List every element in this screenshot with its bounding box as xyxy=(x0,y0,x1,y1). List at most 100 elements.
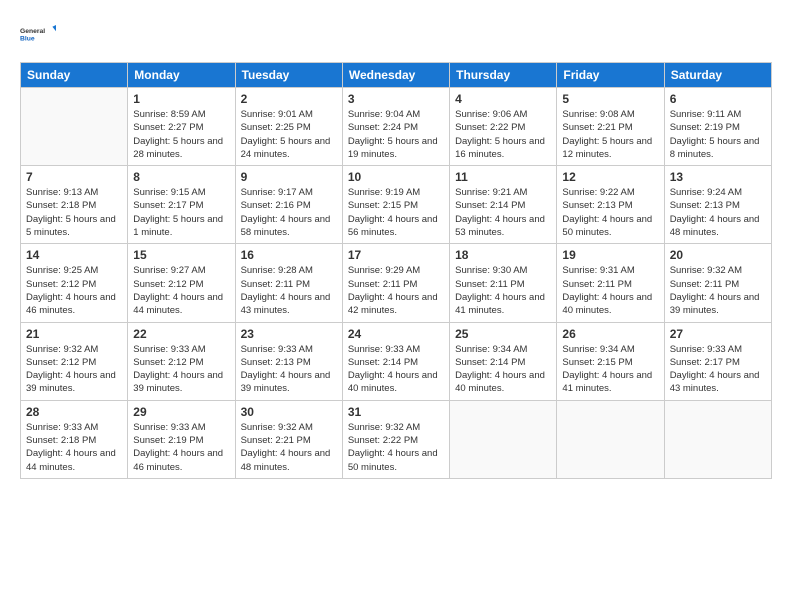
day-info: Sunrise: 9:33 AM Sunset: 2:14 PM Dayligh… xyxy=(348,343,444,396)
calendar-header-wednesday: Wednesday xyxy=(342,63,449,88)
logo: General Blue xyxy=(20,16,56,52)
calendar-week-3: 14Sunrise: 9:25 AM Sunset: 2:12 PM Dayli… xyxy=(21,244,772,322)
day-number: 12 xyxy=(562,170,658,184)
day-number: 26 xyxy=(562,327,658,341)
day-info: Sunrise: 9:32 AM Sunset: 2:11 PM Dayligh… xyxy=(670,264,766,317)
calendar-cell: 2 Sunrise: 9:01 AM Sunset: 2:25 PM Daylig… xyxy=(235,88,342,166)
day-number: 15 xyxy=(133,248,229,262)
calendar-cell: 31 Sunrise: 9:32 AM Sunset: 2:22 PM Dayli… xyxy=(342,400,449,478)
day-info: Sunrise: 9:17 AM Sunset: 2:16 PM Dayligh… xyxy=(241,186,337,239)
day-info: Sunrise: 9:13 AM Sunset: 2:18 PM Dayligh… xyxy=(26,186,122,239)
day-number: 21 xyxy=(26,327,122,341)
day-info: Sunrise: 9:33 AM Sunset: 2:13 PM Dayligh… xyxy=(241,343,337,396)
calendar-cell: 13 Sunrise: 9:24 AM Sunset: 2:13 PM Dayli… xyxy=(664,166,771,244)
day-info: Sunrise: 9:33 AM Sunset: 2:18 PM Dayligh… xyxy=(26,421,122,474)
calendar-cell: 7 Sunrise: 9:13 AM Sunset: 2:18 PM Daylig… xyxy=(21,166,128,244)
day-number: 27 xyxy=(670,327,766,341)
day-number: 4 xyxy=(455,92,551,106)
day-info: Sunrise: 9:30 AM Sunset: 2:11 PM Dayligh… xyxy=(455,264,551,317)
calendar-header-row: SundayMondayTuesdayWednesdayThursdayFrid… xyxy=(21,63,772,88)
day-number: 29 xyxy=(133,405,229,419)
calendar-cell: 20 Sunrise: 9:32 AM Sunset: 2:11 PM Dayli… xyxy=(664,244,771,322)
calendar-header-sunday: Sunday xyxy=(21,63,128,88)
day-info: Sunrise: 9:04 AM Sunset: 2:24 PM Dayligh… xyxy=(348,108,444,161)
day-number: 23 xyxy=(241,327,337,341)
day-info: Sunrise: 9:34 AM Sunset: 2:15 PM Dayligh… xyxy=(562,343,658,396)
day-info: Sunrise: 8:59 AM Sunset: 2:27 PM Dayligh… xyxy=(133,108,229,161)
day-number: 7 xyxy=(26,170,122,184)
day-number: 14 xyxy=(26,248,122,262)
calendar-cell xyxy=(664,400,771,478)
day-info: Sunrise: 9:28 AM Sunset: 2:11 PM Dayligh… xyxy=(241,264,337,317)
calendar-header-monday: Monday xyxy=(128,63,235,88)
svg-text:General: General xyxy=(20,28,45,35)
calendar-cell: 26 Sunrise: 9:34 AM Sunset: 2:15 PM Dayli… xyxy=(557,322,664,400)
calendar-cell: 27 Sunrise: 9:33 AM Sunset: 2:17 PM Dayli… xyxy=(664,322,771,400)
calendar-cell: 25 Sunrise: 9:34 AM Sunset: 2:14 PM Dayli… xyxy=(450,322,557,400)
day-number: 22 xyxy=(133,327,229,341)
day-number: 17 xyxy=(348,248,444,262)
calendar-cell xyxy=(21,88,128,166)
day-info: Sunrise: 9:08 AM Sunset: 2:21 PM Dayligh… xyxy=(562,108,658,161)
calendar-cell: 3 Sunrise: 9:04 AM Sunset: 2:24 PM Daylig… xyxy=(342,88,449,166)
calendar-cell: 21Sunrise: 9:32 AM Sunset: 2:12 PM Dayli… xyxy=(21,322,128,400)
day-info: Sunrise: 9:06 AM Sunset: 2:22 PM Dayligh… xyxy=(455,108,551,161)
calendar-cell: 10 Sunrise: 9:19 AM Sunset: 2:15 PM Dayli… xyxy=(342,166,449,244)
day-number: 24 xyxy=(348,327,444,341)
calendar-cell: 30Sunrise: 9:32 AM Sunset: 2:21 PM Dayli… xyxy=(235,400,342,478)
calendar-cell: 12 Sunrise: 9:22 AM Sunset: 2:13 PM Dayli… xyxy=(557,166,664,244)
calendar-cell: 8 Sunrise: 9:15 AM Sunset: 2:17 PM Daylig… xyxy=(128,166,235,244)
calendar-cell: 6 Sunrise: 9:11 AM Sunset: 2:19 PM Daylig… xyxy=(664,88,771,166)
page: General Blue SundayMondayTuesdayWednesda… xyxy=(0,0,792,612)
day-info: Sunrise: 9:11 AM Sunset: 2:19 PM Dayligh… xyxy=(670,108,766,161)
calendar-cell: 19 Sunrise: 9:31 AM Sunset: 2:11 PM Dayli… xyxy=(557,244,664,322)
day-info: Sunrise: 9:31 AM Sunset: 2:11 PM Dayligh… xyxy=(562,264,658,317)
calendar-cell: 28 Sunrise: 9:33 AM Sunset: 2:18 PM Dayli… xyxy=(21,400,128,478)
calendar-cell: 23 Sunrise: 9:33 AM Sunset: 2:13 PM Dayli… xyxy=(235,322,342,400)
day-number: 2 xyxy=(241,92,337,106)
day-number: 20 xyxy=(670,248,766,262)
calendar-week-2: 7 Sunrise: 9:13 AM Sunset: 2:18 PM Daylig… xyxy=(21,166,772,244)
calendar-cell: 22 Sunrise: 9:33 AM Sunset: 2:12 PM Dayli… xyxy=(128,322,235,400)
calendar-week-5: 28 Sunrise: 9:33 AM Sunset: 2:18 PM Dayli… xyxy=(21,400,772,478)
calendar-cell: 14Sunrise: 9:25 AM Sunset: 2:12 PM Dayli… xyxy=(21,244,128,322)
day-number: 18 xyxy=(455,248,551,262)
svg-text:Blue: Blue xyxy=(20,35,35,42)
day-number: 10 xyxy=(348,170,444,184)
calendar-cell: 18 Sunrise: 9:30 AM Sunset: 2:11 PM Dayli… xyxy=(450,244,557,322)
day-info: Sunrise: 9:21 AM Sunset: 2:14 PM Dayligh… xyxy=(455,186,551,239)
day-number: 25 xyxy=(455,327,551,341)
calendar-cell: 4 Sunrise: 9:06 AM Sunset: 2:22 PM Daylig… xyxy=(450,88,557,166)
day-info: Sunrise: 9:32 AM Sunset: 2:22 PM Dayligh… xyxy=(348,421,444,474)
day-number: 5 xyxy=(562,92,658,106)
logo-svg: General Blue xyxy=(20,16,56,52)
calendar-cell: 15Sunrise: 9:27 AM Sunset: 2:12 PM Dayli… xyxy=(128,244,235,322)
calendar-week-4: 21Sunrise: 9:32 AM Sunset: 2:12 PM Dayli… xyxy=(21,322,772,400)
day-info: Sunrise: 9:33 AM Sunset: 2:19 PM Dayligh… xyxy=(133,421,229,474)
day-info: Sunrise: 9:34 AM Sunset: 2:14 PM Dayligh… xyxy=(455,343,551,396)
day-number: 28 xyxy=(26,405,122,419)
calendar-table: SundayMondayTuesdayWednesdayThursdayFrid… xyxy=(20,62,772,479)
day-number: 31 xyxy=(348,405,444,419)
day-info: Sunrise: 9:32 AM Sunset: 2:21 PM Dayligh… xyxy=(241,421,337,474)
day-number: 11 xyxy=(455,170,551,184)
day-number: 19 xyxy=(562,248,658,262)
header: General Blue xyxy=(20,16,772,52)
day-info: Sunrise: 9:33 AM Sunset: 2:12 PM Dayligh… xyxy=(133,343,229,396)
day-info: Sunrise: 9:19 AM Sunset: 2:15 PM Dayligh… xyxy=(348,186,444,239)
calendar-cell: 29 Sunrise: 9:33 AM Sunset: 2:19 PM Dayli… xyxy=(128,400,235,478)
calendar-cell: 11 Sunrise: 9:21 AM Sunset: 2:14 PM Dayli… xyxy=(450,166,557,244)
calendar-cell: 9Sunrise: 9:17 AM Sunset: 2:16 PM Daylig… xyxy=(235,166,342,244)
day-number: 8 xyxy=(133,170,229,184)
day-info: Sunrise: 9:29 AM Sunset: 2:11 PM Dayligh… xyxy=(348,264,444,317)
day-number: 13 xyxy=(670,170,766,184)
day-info: Sunrise: 9:33 AM Sunset: 2:17 PM Dayligh… xyxy=(670,343,766,396)
day-info: Sunrise: 9:24 AM Sunset: 2:13 PM Dayligh… xyxy=(670,186,766,239)
day-info: Sunrise: 9:15 AM Sunset: 2:17 PM Dayligh… xyxy=(133,186,229,239)
calendar-cell: 24 Sunrise: 9:33 AM Sunset: 2:14 PM Dayli… xyxy=(342,322,449,400)
day-number: 6 xyxy=(670,92,766,106)
day-info: Sunrise: 9:22 AM Sunset: 2:13 PM Dayligh… xyxy=(562,186,658,239)
day-info: Sunrise: 9:01 AM Sunset: 2:25 PM Dayligh… xyxy=(241,108,337,161)
day-number: 16 xyxy=(241,248,337,262)
day-number: 3 xyxy=(348,92,444,106)
